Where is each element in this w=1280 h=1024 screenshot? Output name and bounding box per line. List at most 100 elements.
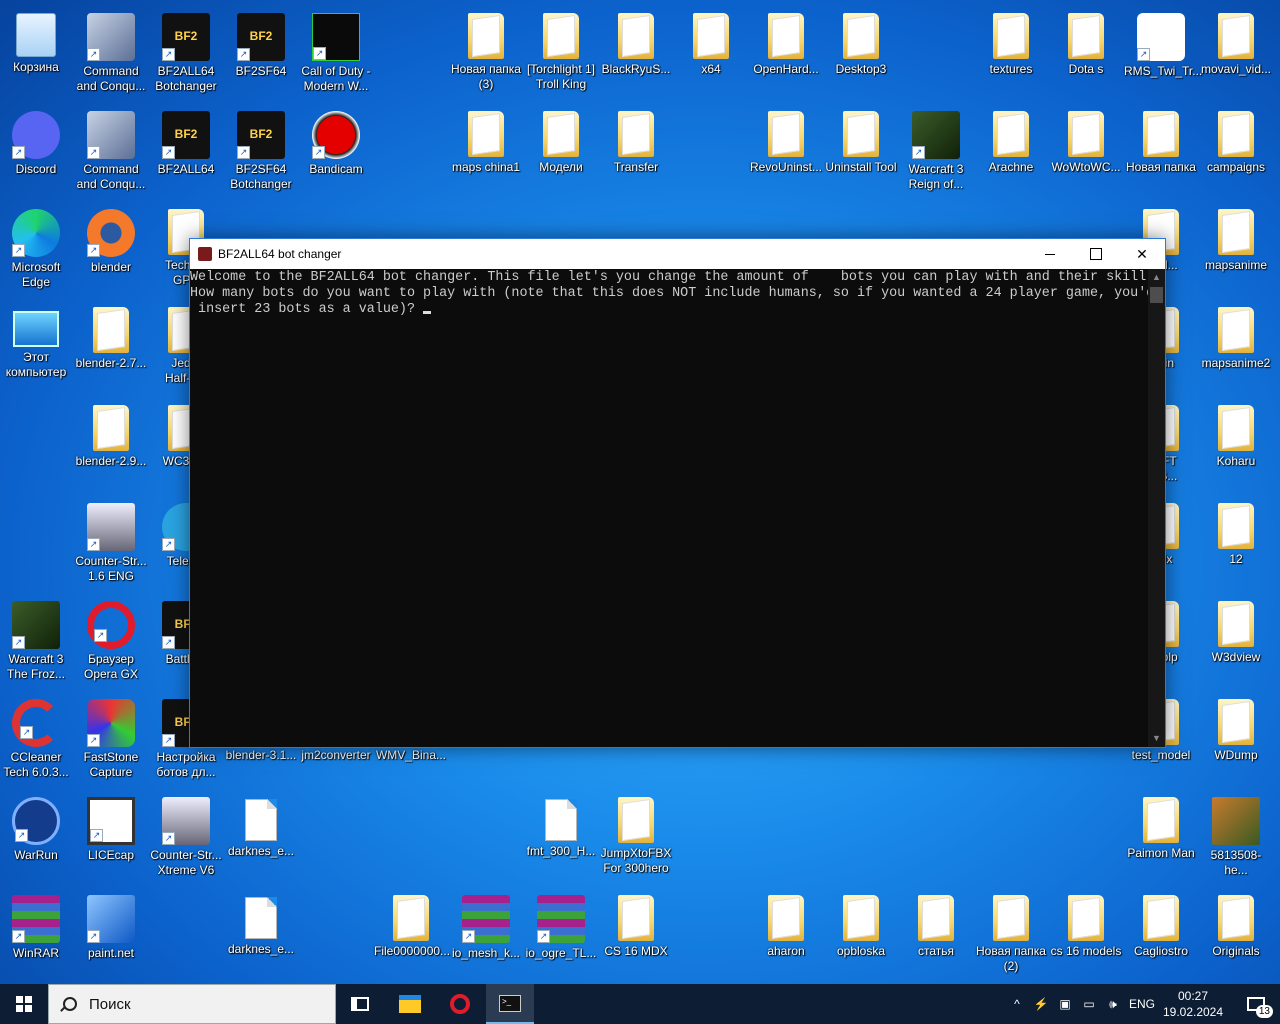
notification-center-button[interactable]: 13 [1232, 984, 1280, 1024]
desktop-icon[interactable]: RevoUninst... [749, 105, 823, 197]
desktop-icon-label: BF2ALL64 Botchanger [155, 64, 217, 93]
opera-button[interactable] [436, 984, 484, 1024]
desktop-icon[interactable]: ↗ WinRAR [0, 889, 73, 981]
winrar-icon: ↗ [462, 895, 510, 943]
desktop-icon[interactable]: W3dview [1199, 595, 1273, 687]
desktop-icon-label: io_ogre_TL... [525, 946, 597, 960]
start-button[interactable] [0, 984, 48, 1024]
minimize-button[interactable] [1027, 239, 1073, 269]
desktop-icon[interactable]: 12 [1199, 497, 1273, 589]
console-taskbar-button[interactable]: >_ [486, 984, 534, 1024]
desktop-icon[interactable]: ↗ LICEcap [74, 791, 148, 883]
desktop-icon[interactable]: ↗ BF2ALL64 [149, 105, 223, 197]
desktop-icon[interactable]: Корзина [0, 7, 73, 99]
desktop-icon[interactable]: ↗ Bandicam [299, 105, 373, 197]
desktop-icon[interactable]: ↗ CCleaner Tech 6.0.3... [0, 693, 73, 785]
task-view-button[interactable] [336, 984, 384, 1024]
desktop-icon[interactable]: ↗ Counter-Str... 1.6 ENG [74, 497, 148, 589]
console-window[interactable]: BF2ALL64 bot changer ✕ Welcome to the BF… [189, 238, 1166, 748]
desktop-icon[interactable]: Originals [1199, 889, 1273, 981]
desktop-icon[interactable]: WDump [1199, 693, 1273, 785]
desktop-icon[interactable]: ↗ Браузер Opera GX [74, 595, 148, 687]
desktop-icon[interactable]: ↗ Warcraft 3 The Froz... [0, 595, 73, 687]
desktop-icon[interactable]: Desktop3 [824, 7, 898, 99]
desktop-icon[interactable]: ↗ Microsoft Edge [0, 203, 73, 295]
close-button[interactable]: ✕ [1119, 239, 1165, 269]
console-output[interactable]: Welcome to the BF2ALL64 bot changer. Thi… [190, 269, 1148, 747]
desktop-icon[interactable]: статья [899, 889, 973, 981]
desktop-icon[interactable]: ↗ Warcraft 3 Reign of... [899, 105, 973, 197]
desktop-icon[interactable]: Arachne [974, 105, 1048, 197]
desktop-icon[interactable]: Koharu [1199, 399, 1273, 491]
file-explorer-button[interactable] [386, 984, 434, 1024]
desktop-icon[interactable]: maps china1 [449, 105, 523, 197]
desktop-icon[interactable]: Этот компьютер [0, 301, 73, 393]
desktop-icon[interactable]: WoWtoWC... [1049, 105, 1123, 197]
desktop-icon[interactable]: [Torchlight 1] Troll King [524, 7, 598, 99]
desktop-icon[interactable]: blender-2.7... [74, 301, 148, 393]
desktop-icon[interactable]: cs 16 models [1049, 889, 1123, 981]
desktop-icon[interactable]: ↗ blender [74, 203, 148, 295]
desktop-icon[interactable]: mapsanime2 [1199, 301, 1273, 393]
desktop-icon[interactable]: ↗ Command and Conqu... [74, 105, 148, 197]
desktop-icon[interactable]: Paimon Man [1124, 791, 1198, 883]
desktop-icon[interactable]: opbloska [824, 889, 898, 981]
vertical-scrollbar[interactable]: ▲ ▼ [1148, 269, 1165, 747]
volume-tray-icon[interactable]: 🕪 [1102, 984, 1124, 1024]
desktop-icon[interactable]: darknes_e... [224, 889, 298, 981]
desktop-icon[interactable]: ↗ BF2ALL64 Botchanger [149, 7, 223, 99]
desktop-icon[interactable]: ↗ BF2SF64 [224, 7, 298, 99]
desktop-icon[interactable]: ↗ Discord [0, 105, 73, 197]
desktop-icon[interactable]: CS 16 MDX [599, 889, 673, 981]
red-tray-icon[interactable]: ⚡ [1030, 984, 1052, 1024]
desktop-icon[interactable]: ↗ io_ogre_TL... [524, 889, 598, 981]
desktop-icon[interactable]: ↗ FastStone Capture [74, 693, 148, 785]
shortcut-arrow-icon: ↗ [162, 48, 175, 61]
desktop-icon[interactable]: movavi_vid... [1199, 7, 1273, 99]
desktop-icon[interactable]: File0000000... [374, 889, 450, 981]
desktop-icon[interactable]: 5813508-he... [1199, 791, 1273, 883]
desktop-icon[interactable]: Новая папка (3) [449, 7, 523, 99]
desktop-icon[interactable]: fmt_300_H... [524, 791, 598, 883]
desktop-icon[interactable]: ↗ Counter-Str... Xtreme V6 [149, 791, 223, 883]
title-bar[interactable]: BF2ALL64 bot changer ✕ [190, 239, 1165, 269]
desktop-icon[interactable]: JumpXtoFBX For 300hero [599, 791, 673, 883]
desktop-icon[interactable]: Dota s [1049, 7, 1123, 99]
edge-icon: ↗ [12, 209, 60, 257]
desktop-icon[interactable]: Новая папка [1124, 105, 1198, 197]
desktop-icon[interactable]: Cagliostro [1124, 889, 1198, 981]
desktop-icon[interactable]: Uninstall Tool [824, 105, 898, 197]
desktop-icon[interactable]: mapsanime [1199, 203, 1273, 295]
desktop-icon[interactable]: ↗ WarRun [0, 791, 73, 883]
network-tray-icon[interactable]: ▭ [1078, 984, 1100, 1024]
desktop-icon[interactable]: ↗ Command and Conqu... [74, 7, 148, 99]
desktop-icon[interactable]: Новая папка (2) [974, 889, 1048, 981]
language-indicator[interactable]: ENG [1126, 984, 1158, 1024]
desktop-icon[interactable]: campaigns [1199, 105, 1273, 197]
desktop-icon[interactable]: ↗ io_mesh_k... [449, 889, 523, 981]
tray-chevron-icon[interactable]: ^ [1006, 984, 1028, 1024]
folder-icon [93, 307, 129, 353]
desktop-icon[interactable]: Модели [524, 105, 598, 197]
desktop-icon[interactable]: ↗ Call of Duty - Modern W... [299, 7, 373, 99]
scroll-down-icon[interactable]: ▼ [1148, 730, 1165, 747]
desktop-icon[interactable]: ↗ paint.net [74, 889, 148, 981]
folder-icon [843, 111, 879, 157]
search-box[interactable]: Поиск [48, 984, 336, 1024]
desktop-icon[interactable]: aharon [749, 889, 823, 981]
desktop-icon[interactable]: ↗ RMS_Twi_Tr... [1124, 7, 1202, 99]
desktop-icon[interactable]: ↗ BF2SF64 Botchanger [224, 105, 298, 197]
clock[interactable]: 00:27 19.02.2024 [1160, 984, 1226, 1024]
scroll-thumb[interactable] [1150, 287, 1163, 303]
desktop-icon[interactable]: blender-2.9... [74, 399, 148, 491]
desktop-icon[interactable]: OpenHard... [749, 7, 823, 99]
scroll-up-icon[interactable]: ▲ [1148, 269, 1165, 286]
desktop-icon[interactable]: BlackRyuS... [599, 7, 673, 99]
desktop-icon[interactable]: darknes_e... [224, 791, 298, 883]
maximize-button[interactable] [1073, 239, 1119, 269]
device-tray-icon[interactable]: ▣ [1054, 984, 1076, 1024]
desktop-icon[interactable]: Transfer [599, 105, 673, 197]
desktop-icon[interactable]: x64 [674, 7, 748, 99]
desktop-icon-label: Браузер Opera GX [83, 652, 139, 681]
desktop-icon[interactable]: textures [974, 7, 1048, 99]
